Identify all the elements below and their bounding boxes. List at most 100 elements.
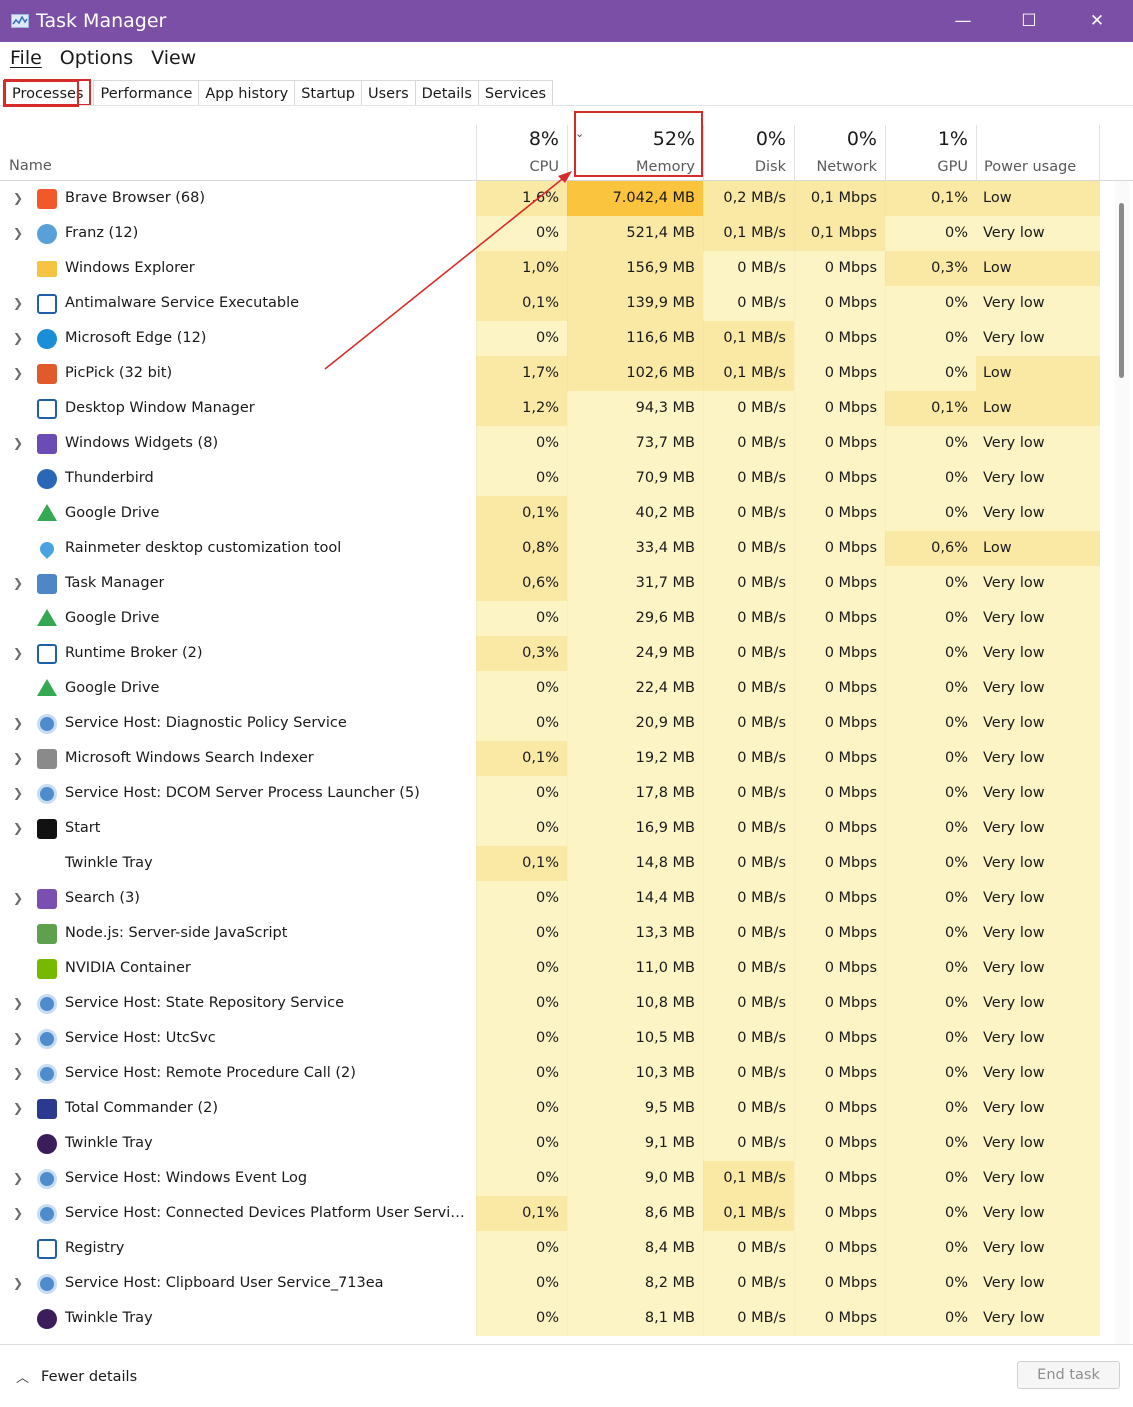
table-row[interactable]: NVIDIA Container0%11,0 MB0 MB/s0 Mbps0%V… [0, 951, 1100, 986]
edge-icon [37, 329, 57, 349]
power-usage-cell: Very low [976, 1056, 1100, 1091]
cpu-cell: 0% [476, 706, 567, 741]
chevron-right-icon[interactable]: ❯ [11, 286, 25, 321]
process-name: Service Host: Remote Procedure Call (2) [65, 1056, 356, 1091]
table-row[interactable]: Google Drive0%22,4 MB0 MB/s0 Mbps0%Very … [0, 671, 1100, 706]
tab-performance[interactable]: Performance [93, 80, 199, 106]
menu-options[interactable]: Options [60, 47, 133, 69]
process-list[interactable]: ❯Brave Browser (68)1,6%7.042,4 MB0,2 MB/… [0, 181, 1100, 1344]
table-row[interactable]: ❯Service Host: UtcSvc0%10,5 MB0 MB/s0 Mb… [0, 1021, 1100, 1056]
table-row[interactable]: Node.js: Server-side JavaScript0%13,3 MB… [0, 916, 1100, 951]
tab-startup[interactable]: Startup [294, 80, 362, 106]
chevron-right-icon[interactable]: ❯ [11, 881, 25, 916]
gpu-cell: 0% [885, 741, 976, 776]
chevron-right-icon[interactable]: ❯ [11, 566, 25, 601]
cpu-label: CPU [530, 159, 559, 175]
table-row[interactable]: ❯Brave Browser (68)1,6%7.042,4 MB0,2 MB/… [0, 181, 1100, 216]
end-task-button[interactable]: End task [1017, 1361, 1120, 1389]
vertical-scrollbar[interactable] [1115, 181, 1129, 1344]
chevron-right-icon[interactable]: ❯ [11, 741, 25, 776]
table-row[interactable]: Twinkle Tray0,1%14,8 MB0 MB/s0 Mbps0%Ver… [0, 846, 1100, 881]
table-row[interactable]: Thunderbird0%70,9 MB0 MB/s0 Mbps0%Very l… [0, 461, 1100, 496]
table-row[interactable]: ❯Franz (12)0%521,4 MB0,1 MB/s0,1 Mbps0%V… [0, 216, 1100, 251]
table-row[interactable]: ❯Microsoft Edge (12)0%116,6 MB0,1 MB/s0 … [0, 321, 1100, 356]
maximize-button[interactable]: ☐ [995, 0, 1063, 42]
fewer-details-button[interactable]: ︿ Fewer details [16, 1367, 137, 1386]
chevron-right-icon[interactable]: ❯ [11, 321, 25, 356]
table-row[interactable]: ❯Service Host: Windows Event Log0%9,0 MB… [0, 1161, 1100, 1196]
chevron-right-icon[interactable]: ❯ [11, 426, 25, 461]
table-row[interactable]: Twinkle Tray0%8,1 MB0 MB/s0 Mbps0%Very l… [0, 1301, 1100, 1336]
table-row[interactable]: Rainmeter desktop customization tool0,8%… [0, 531, 1100, 566]
memory-cell: 24,9 MB [567, 636, 703, 671]
minimize-button[interactable]: — [929, 0, 997, 42]
chevron-right-icon[interactable]: ❯ [11, 706, 25, 741]
table-row[interactable]: ❯Windows Widgets (8)0%73,7 MB0 MB/s0 Mbp… [0, 426, 1100, 461]
column-cpu[interactable]: 8% CPU [476, 125, 567, 181]
name-cell: ❯Franz (12) [0, 216, 476, 251]
disk-cell: 0 MB/s [703, 986, 794, 1021]
column-network[interactable]: 0% Network [794, 125, 885, 181]
chevron-right-icon[interactable]: ❯ [11, 1161, 25, 1196]
chevron-right-icon[interactable]: ❯ [11, 356, 25, 391]
close-icon: ✕ [1090, 11, 1104, 31]
table-row[interactable]: ❯Antimalware Service Executable0,1%139,9… [0, 286, 1100, 321]
table-row[interactable]: Google Drive0,1%40,2 MB0 MB/s0 Mbps0%Ver… [0, 496, 1100, 531]
column-name[interactable]: Name [9, 158, 52, 174]
column-gpu[interactable]: 1% GPU [885, 125, 976, 181]
table-row[interactable]: ❯PicPick (32 bit)1,7%102,6 MB0,1 MB/s0 M… [0, 356, 1100, 391]
tab-app-history[interactable]: App history [198, 80, 295, 106]
window-app-icon [37, 294, 57, 314]
chevron-right-icon[interactable]: ❯ [11, 1266, 25, 1301]
scrollbar-thumb[interactable] [1119, 203, 1124, 378]
table-row[interactable]: ❯Task Manager0,6%31,7 MB0 MB/s0 Mbps0%Ve… [0, 566, 1100, 601]
chevron-right-icon[interactable]: ❯ [11, 986, 25, 1021]
table-row[interactable]: ❯ Service Host: Remote Procedure Call (2)… [0, 1056, 1100, 1091]
power-usage-cell: Very low [976, 671, 1100, 706]
table-row[interactable]: ❯Service Host: DCOM Server Process Launc… [0, 776, 1100, 811]
table-row[interactable]: ❯Service Host: Connected Devices Platfor… [0, 1196, 1100, 1231]
chevron-right-icon[interactable]: ❯ [11, 1196, 25, 1231]
table-row[interactable]: Desktop Window Manager1,2%94,3 MB0 MB/s0… [0, 391, 1100, 426]
network-cell: 0 Mbps [794, 1161, 885, 1196]
table-row[interactable]: Twinkle Tray0%9,1 MB0 MB/s0 Mbps0%Very l… [0, 1126, 1100, 1161]
gpu-cell: 0% [885, 566, 976, 601]
table-row[interactable]: Registry0%8,4 MB0 MB/s0 Mbps0%Very low [0, 1231, 1100, 1266]
column-disk[interactable]: 0% Disk [703, 125, 794, 181]
chevron-up-icon: ︿ [16, 1367, 29, 1386]
close-button[interactable]: ✕ [1063, 0, 1131, 42]
nvidia-icon [37, 959, 57, 979]
table-row[interactable]: ❯Runtime Broker (2)0,3%24,9 MB0 MB/s0 Mb… [0, 636, 1100, 671]
cpu-cell: 0% [476, 1161, 567, 1196]
table-row[interactable]: ❯Service Host: Diagnostic Policy Service… [0, 706, 1100, 741]
table-row[interactable]: ❯Total Commander (2)0%9,5 MB0 MB/s0 Mbps… [0, 1091, 1100, 1126]
cpu-cell: 0% [476, 1126, 567, 1161]
table-row[interactable]: ❯Service Host: State Repository Service0… [0, 986, 1100, 1021]
table-row[interactable]: Windows Explorer1,0%156,9 MB0 MB/s0 Mbps… [0, 251, 1100, 286]
chevron-right-icon[interactable]: ❯ [11, 181, 25, 216]
chevron-right-icon[interactable]: ❯ [11, 1091, 25, 1126]
gpu-cell: 0% [885, 951, 976, 986]
menu-view[interactable]: View [151, 47, 196, 69]
tab-divider [0, 105, 1133, 106]
chevron-right-icon[interactable]: ❯ [11, 636, 25, 671]
tab-services[interactable]: Services [478, 80, 553, 106]
tab-details[interactable]: Details [415, 80, 479, 106]
tab-users[interactable]: Users [361, 80, 416, 106]
network-cell: 0 Mbps [794, 1231, 885, 1266]
process-name: Google Drive [65, 496, 159, 531]
table-row[interactable]: ❯Service Host: Clipboard User Service_71… [0, 1266, 1100, 1301]
table-row[interactable]: ❯Search (3)0%14,4 MB0 MB/s0 Mbps0%Very l… [0, 881, 1100, 916]
nodejs-icon [37, 924, 57, 944]
table-row[interactable]: ❯Start0%16,9 MB0 MB/s0 Mbps0%Very low [0, 811, 1100, 846]
chevron-right-icon[interactable]: ❯ [11, 811, 25, 846]
cpu-total: 8% [529, 128, 559, 150]
chevron-right-icon[interactable]: ❯ [11, 776, 25, 811]
chevron-right-icon[interactable]: ❯ [11, 1021, 25, 1056]
table-row[interactable]: ❯Microsoft Windows Search Indexer0,1%19,… [0, 741, 1100, 776]
chevron-right-icon[interactable]: ❯ [11, 1056, 25, 1091]
column-power-usage[interactable]: Power usage [976, 125, 1100, 181]
table-row[interactable]: Google Drive0%29,6 MB0 MB/s0 Mbps0%Very … [0, 601, 1100, 636]
chevron-right-icon[interactable]: ❯ [11, 216, 25, 251]
menu-file[interactable]: File [10, 47, 42, 69]
